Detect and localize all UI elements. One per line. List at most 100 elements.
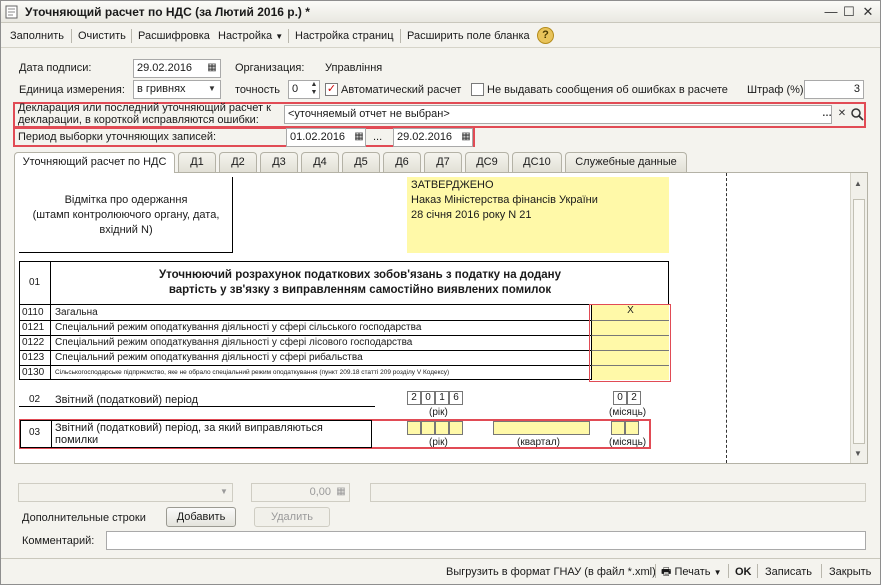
title-bar: Уточняющий расчет по НДС (за Лютий 2016 … bbox=[1, 1, 880, 23]
tab-ds9[interactable]: ДС9 bbox=[465, 152, 509, 172]
fine-field[interactable]: 3 bbox=[804, 80, 864, 99]
chevron-down-icon: ▼ bbox=[275, 32, 284, 41]
row-divider bbox=[19, 335, 591, 336]
err-year-digit-3[interactable] bbox=[435, 421, 449, 435]
add-button[interactable]: Добавить bbox=[166, 507, 236, 527]
ok-button[interactable]: OK bbox=[735, 564, 752, 580]
mark-column-highlight bbox=[589, 304, 671, 382]
scroll-down-icon[interactable]: ▼ bbox=[854, 449, 862, 458]
err-quarter-field[interactable] bbox=[493, 421, 590, 435]
month-digit-2[interactable]: 2 bbox=[627, 391, 641, 405]
calendar-icon[interactable]: ▦ bbox=[458, 129, 474, 146]
scrollbar-thumb[interactable] bbox=[853, 199, 865, 444]
vertical-scrollbar[interactable]: ▲ ▼ bbox=[850, 173, 867, 463]
spinner-icon[interactable]: ▲ ▼ bbox=[306, 81, 322, 98]
decode-button[interactable]: Расшифровка bbox=[138, 28, 210, 44]
minimize-icon[interactable]: — bbox=[823, 4, 839, 20]
declaration-field[interactable]: <уточняемый отчет не выбран> bbox=[284, 105, 832, 124]
comment-field[interactable] bbox=[106, 531, 866, 550]
search-icon[interactable] bbox=[849, 106, 865, 123]
document-icon bbox=[5, 5, 18, 19]
period-from-value: 01.02.2016 bbox=[290, 131, 346, 143]
toolbar-separator bbox=[757, 564, 758, 578]
tab-service-data[interactable]: Служебные данные bbox=[565, 152, 687, 172]
row-02-code: 02 bbox=[29, 394, 41, 405]
select-ellipsis-icon[interactable]: … bbox=[819, 106, 835, 123]
err-month-label: (місяць) bbox=[609, 437, 647, 448]
err-year-digit-1[interactable] bbox=[407, 421, 421, 435]
expand-form-button[interactable]: Расширить поле бланка bbox=[407, 28, 530, 44]
sign-date-label: Дата подписи: bbox=[19, 62, 92, 74]
print-menu[interactable]: 🖶 Печать ▼ bbox=[661, 564, 721, 580]
auto-calc-checkbox[interactable]: ✓ bbox=[325, 83, 338, 96]
toolbar-separator bbox=[728, 564, 729, 578]
print-label: Печать bbox=[674, 566, 711, 578]
close-icon[interactable]: ✕ bbox=[860, 4, 876, 20]
err-month-digit-2[interactable] bbox=[625, 421, 639, 435]
row-0130-code: 0130 bbox=[22, 367, 45, 378]
fill-button[interactable]: Заполнить bbox=[10, 28, 64, 44]
tab-main-calc[interactable]: Уточняющий расчет по НДС bbox=[14, 152, 175, 173]
page-setup-button[interactable]: Настройка страниц bbox=[295, 28, 394, 44]
clear-button[interactable]: Очистить bbox=[78, 28, 126, 44]
row-03-text: Звітний (податковий) період, за який вип… bbox=[55, 422, 323, 446]
row-0123-text: Спеціальний режим оподаткування діяльнос… bbox=[55, 352, 363, 363]
year-digit-3[interactable]: 1 bbox=[435, 391, 449, 405]
heading-line-1: Уточнюючий розрахунок податкових зобов'я… bbox=[158, 269, 562, 281]
err-year-digit-4[interactable] bbox=[449, 421, 463, 435]
tab-d7[interactable]: Д7 bbox=[424, 152, 462, 172]
year-digit-1[interactable]: 2 bbox=[407, 391, 421, 405]
row-0122-text: Спеціальний режим оподаткування діяльнос… bbox=[55, 337, 413, 348]
approved-line-2: Наказ Міністерства фінансів України bbox=[411, 194, 598, 206]
row-02-text: Звітний (податковий) період bbox=[55, 394, 199, 406]
org-label: Организация: bbox=[235, 62, 305, 74]
approved-line-3: 28 січня 2016 року N 21 bbox=[411, 209, 532, 221]
err-month-digit-1[interactable] bbox=[611, 421, 625, 435]
amount-value: 0,00 bbox=[309, 486, 331, 498]
close-button[interactable]: Закрыть bbox=[829, 564, 871, 580]
row-select-disabled bbox=[18, 483, 233, 502]
tab-d3[interactable]: Д3 bbox=[260, 152, 298, 172]
settings-label: Настройка bbox=[218, 30, 273, 42]
month-label: (місяць) bbox=[609, 407, 647, 418]
clear-icon[interactable]: ✕ bbox=[834, 106, 850, 123]
year-digit-4[interactable]: 6 bbox=[449, 391, 463, 405]
toolbar-separator bbox=[131, 29, 132, 43]
no-errors-checkbox[interactable] bbox=[471, 83, 484, 96]
sign-date-value: 29.02.2016 bbox=[137, 62, 193, 74]
month-digit-1[interactable]: 0 bbox=[613, 391, 627, 405]
org-value[interactable]: Управління bbox=[325, 61, 382, 75]
year-digit-2[interactable]: 0 bbox=[421, 391, 435, 405]
declaration-label: Декларация или последний уточняющий расч… bbox=[18, 102, 271, 126]
toolbar-separator bbox=[288, 29, 289, 43]
tab-d5[interactable]: Д5 bbox=[342, 152, 380, 172]
row-0121-text: Спеціальний режим оподаткування діяльнос… bbox=[55, 322, 422, 333]
settings-menu[interactable]: Настройка ▼ bbox=[218, 28, 283, 44]
calendar-icon[interactable]: ▦ bbox=[351, 129, 367, 146]
extra-rows-label: Дополнительные строки bbox=[22, 512, 146, 524]
scroll-up-icon[interactable]: ▲ bbox=[854, 179, 862, 188]
fine-value: 3 bbox=[853, 83, 860, 95]
chevron-down-icon: ▼ bbox=[220, 487, 228, 496]
unit-value: в гривнях bbox=[137, 83, 186, 95]
tab-d6[interactable]: Д6 bbox=[383, 152, 421, 172]
err-year-label: (рік) bbox=[429, 437, 448, 448]
declaration-value: <уточняемый отчет не выбран> bbox=[288, 108, 450, 120]
tab-d2[interactable]: Д2 bbox=[219, 152, 257, 172]
tab-d1[interactable]: Д1 bbox=[178, 152, 216, 172]
help-icon[interactable]: ? bbox=[537, 27, 554, 44]
calendar-icon[interactable]: ▦ bbox=[204, 60, 220, 77]
maximize-icon[interactable]: ☐ bbox=[841, 4, 857, 20]
period-to-value: 29.02.2016 bbox=[397, 131, 453, 143]
save-button[interactable]: Записать bbox=[765, 564, 812, 580]
command-bar: Выгрузить в формат ГНАУ (в файл *.xml) 🖶… bbox=[1, 558, 880, 584]
chevron-down-icon[interactable]: ▼ bbox=[204, 81, 220, 98]
export-gnau-button[interactable]: Выгрузить в формат ГНАУ (в файл *.xml) bbox=[446, 564, 656, 580]
err-year-digit-2[interactable] bbox=[421, 421, 435, 435]
auto-calc-label: Автоматический расчет bbox=[341, 84, 462, 96]
toolbar-separator bbox=[821, 564, 822, 578]
report-window: Уточняющий расчет по НДС (за Лютий 2016 … bbox=[0, 0, 881, 585]
tab-ds10[interactable]: ДС10 bbox=[512, 152, 562, 172]
tab-d4[interactable]: Д4 bbox=[301, 152, 339, 172]
year-label: (рік) bbox=[429, 407, 448, 418]
